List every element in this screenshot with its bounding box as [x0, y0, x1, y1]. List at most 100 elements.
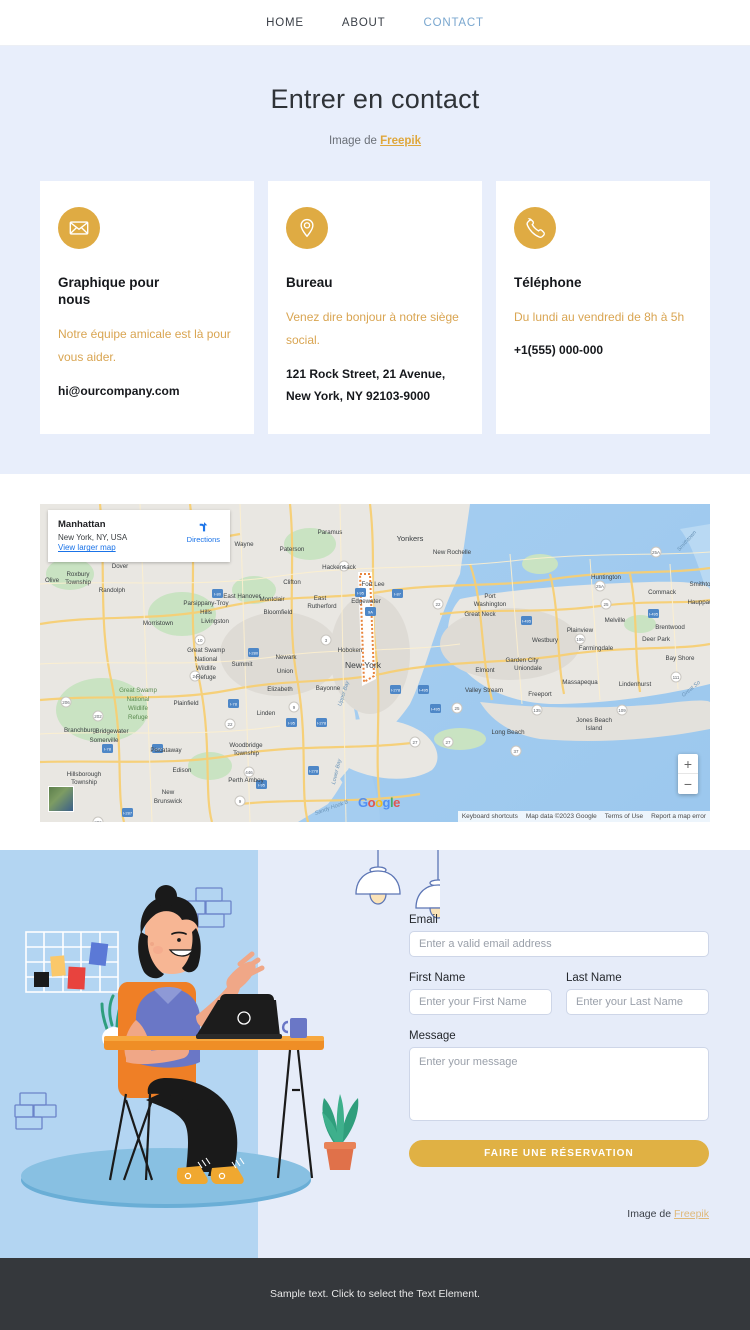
contact-form: Email First Name Last Name Message FAIRE… — [409, 914, 709, 1168]
google-map[interactable]: 33 4 3 22 106 25A 25A 25 10 24 206 202 2… — [40, 504, 710, 823]
card-subtitle: Venez dire bonjour à notre siège social. — [286, 309, 459, 348]
svg-text:Livingston: Livingston — [201, 618, 229, 625]
google-logo: Google — [358, 795, 400, 811]
svg-text:Township: Township — [65, 579, 91, 586]
submit-reservation-button[interactable]: FAIRE UNE RÉSERVATION — [409, 1140, 709, 1168]
svg-text:10: 10 — [197, 638, 203, 643]
message-field[interactable] — [409, 1047, 709, 1122]
workspace-illustration — [14, 850, 440, 1209]
svg-text:Paramus: Paramus — [318, 529, 343, 536]
contact-cards: Graphique pour nous Notre équipe amicale… — [0, 181, 750, 435]
message-label: Message — [409, 1030, 456, 1043]
svg-text:New Rochelle: New Rochelle — [433, 549, 472, 556]
svg-text:Westbury: Westbury — [532, 637, 559, 644]
svg-text:27: 27 — [412, 740, 418, 745]
svg-text:Long Beach: Long Beach — [491, 729, 525, 736]
card-title: Graphique pour nous — [58, 275, 160, 307]
footer-sample-text[interactable]: Sample text. Click to select the Text El… — [270, 1288, 480, 1300]
svg-text:Perth Amboy: Perth Amboy — [228, 777, 264, 784]
svg-text:I-80: I-80 — [214, 592, 222, 597]
svg-text:135: 135 — [533, 708, 541, 713]
svg-text:Plainview: Plainview — [567, 627, 594, 634]
map-satellite-thumbnail[interactable] — [48, 786, 74, 813]
card-email-value[interactable]: hi@ourcompany.com — [58, 380, 236, 403]
svg-text:I-95: I-95 — [288, 721, 296, 726]
svg-text:25: 25 — [454, 706, 460, 711]
svg-text:I-287: I-287 — [123, 811, 133, 816]
hero-credit-link[interactable]: Freepik — [380, 135, 421, 147]
card-subtitle: Notre équipe amicale est là pour vous ai… — [58, 326, 231, 365]
svg-text:Paterson: Paterson — [280, 546, 305, 553]
contact-card-phone: Téléphone Du lundi au vendredi de 8h à 5… — [496, 181, 710, 435]
directions-label: Directions — [186, 535, 220, 545]
svg-text:206: 206 — [94, 820, 102, 822]
svg-text:Dover: Dover — [112, 563, 129, 570]
svg-text:Bloomfield: Bloomfield — [264, 609, 293, 616]
svg-text:I-78: I-78 — [104, 747, 112, 752]
zoom-in-button[interactable]: + — [678, 754, 698, 775]
envelope-icon — [58, 207, 100, 249]
svg-text:Lindenhurst: Lindenhurst — [619, 681, 652, 688]
view-larger-map-link[interactable]: View larger map — [58, 543, 116, 552]
report-map-error-link[interactable]: Report a map error — [651, 813, 706, 820]
svg-text:Hackensack: Hackensack — [322, 564, 357, 571]
svg-text:Huntington: Huntington — [591, 574, 621, 581]
zoom-out-button[interactable]: − — [678, 774, 698, 794]
first-name-field[interactable] — [409, 989, 552, 1016]
svg-text:I-495: I-495 — [419, 688, 429, 693]
last-name-field[interactable] — [566, 989, 709, 1016]
svg-text:Uniondale: Uniondale — [514, 665, 542, 672]
svg-text:Great Swamp: Great Swamp — [119, 687, 157, 694]
phone-icon — [514, 207, 556, 249]
hero-credit-prefix: Image de — [328, 135, 381, 147]
directions-button[interactable]: Directions — [187, 520, 220, 544]
contact-page: HOME ABOUT CONTACT Entrer en contact Ima… — [0, 0, 750, 1330]
nav-item-contact[interactable]: CONTACT — [424, 17, 484, 29]
email-field[interactable] — [409, 931, 709, 958]
svg-text:Union: Union — [277, 668, 294, 675]
svg-text:Wayne: Wayne — [234, 541, 254, 548]
svg-text:Elizabeth: Elizabeth — [267, 686, 293, 693]
svg-text:Refuge: Refuge — [128, 714, 149, 721]
svg-text:109: 109 — [618, 708, 626, 713]
svg-text:I-495: I-495 — [522, 619, 532, 624]
nav-item-home[interactable]: HOME — [266, 17, 304, 29]
card-address-value: 121 Rock Street, 21 Avenue, New York, NY… — [286, 366, 446, 404]
directions-arrow-icon — [199, 522, 208, 532]
keyboard-shortcuts-link[interactable]: Keyboard shortcuts — [462, 813, 518, 820]
card-title: Téléphone — [514, 275, 582, 290]
svg-text:Montclair: Montclair — [259, 596, 284, 603]
card-phone-value[interactable]: +1(555) 000-000 — [514, 339, 692, 362]
svg-text:Newark: Newark — [276, 654, 298, 661]
map-zoom-controls[interactable]: + − — [678, 754, 698, 795]
svg-text:I-278: I-278 — [391, 688, 401, 693]
first-name-label: First Name — [409, 972, 466, 985]
svg-text:Great Neck: Great Neck — [464, 611, 496, 618]
svg-text:Massapequa: Massapequa — [562, 679, 598, 686]
svg-text:Bridgewater: Bridgewater — [95, 728, 128, 735]
svg-text:Fort Lee: Fort Lee — [361, 581, 385, 588]
svg-text:Hauppau: Hauppau — [687, 599, 710, 606]
svg-text:Woodbridge: Woodbridge — [229, 742, 263, 749]
svg-text:111: 111 — [673, 675, 680, 680]
nav-item-about[interactable]: ABOUT — [342, 17, 386, 29]
map-attribution-bar: Keyboard shortcuts Map data ©2023 Google… — [457, 811, 710, 823]
svg-text:Township: Township — [71, 779, 97, 786]
svg-text:Farmingdale: Farmingdale — [579, 645, 614, 652]
svg-text:25A: 25A — [596, 584, 604, 589]
svg-text:Wildlife: Wildlife — [128, 705, 148, 712]
svg-text:Piscataway: Piscataway — [150, 747, 182, 754]
map-data-label: Map data ©2023 Google — [525, 813, 597, 821]
svg-text:Edison: Edison — [173, 767, 192, 774]
svg-text:Jones Beach: Jones Beach — [576, 717, 612, 724]
footer: Sample text. Click to select the Text El… — [0, 1258, 750, 1330]
svg-text:206: 206 — [62, 700, 70, 705]
map-section: 33 4 3 22 106 25A 25A 25 10 24 206 202 2… — [0, 474, 750, 851]
svg-text:Branchburg: Branchburg — [64, 727, 97, 734]
terms-of-use-link[interactable]: Terms of Use — [605, 813, 643, 820]
svg-text:Hills: Hills — [200, 609, 212, 616]
svg-text:New: New — [162, 789, 175, 796]
message-group: Message — [409, 1030, 709, 1126]
top-navigation: HOME ABOUT CONTACT — [0, 0, 750, 46]
form-credit-link[interactable]: Freepik — [674, 1208, 709, 1220]
